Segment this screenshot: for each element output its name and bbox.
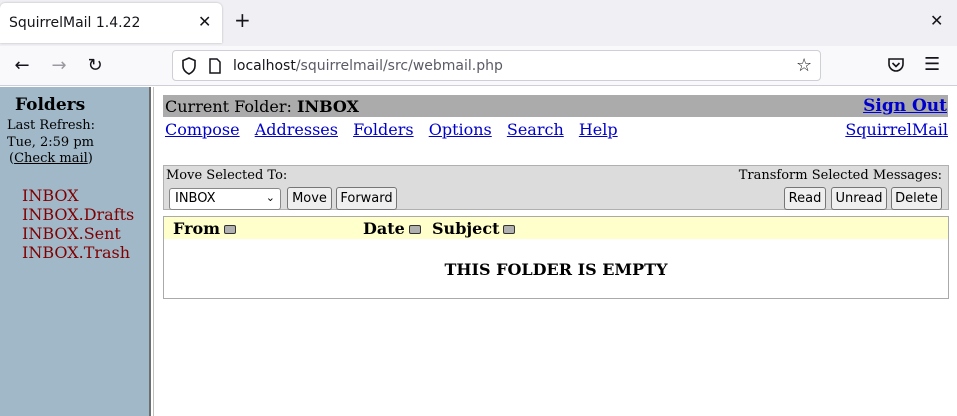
folders-title: Folders [15, 95, 86, 115]
move-selected-label: Move Selected To: [166, 168, 288, 183]
url-text[interactable]: localhost/squirrelmail/src/webmail.php [233, 58, 503, 74]
folder-item-trash[interactable]: INBOX.Trash [22, 243, 134, 262]
read-button[interactable]: Read [784, 187, 826, 210]
column-subject: Subject [432, 219, 516, 238]
move-folder-value: INBOX [175, 191, 216, 206]
url-host: localhost [233, 58, 296, 74]
pocket-icon[interactable] [887, 56, 905, 74]
current-folder-name: INBOX [296, 97, 359, 116]
help-link[interactable]: Help [579, 120, 618, 139]
last-refresh-time: Tue, 2:59 pm [7, 135, 94, 150]
column-date: Date [363, 219, 421, 238]
check-mail: (Check mail) [9, 151, 93, 166]
move-folder-select[interactable]: INBOX ⌄ [169, 188, 281, 210]
new-tab-icon[interactable]: + [234, 10, 251, 30]
unread-button[interactable]: Unread [831, 187, 887, 210]
url-path: /squirrelmail/src/webmail.php [295, 58, 503, 74]
reload-icon[interactable]: ↻ [83, 54, 107, 78]
message-list-header: From Date Subject [164, 217, 948, 239]
compose-link[interactable]: Compose [165, 120, 240, 139]
sort-icon[interactable] [408, 225, 421, 234]
sort-icon[interactable] [503, 225, 516, 234]
browser-tabbar: SquirrelMail 1.4.22 ✕ + ✕ [0, 0, 957, 46]
sort-icon[interactable] [224, 225, 237, 234]
column-from-label: From [173, 219, 221, 238]
shield-icon[interactable] [181, 57, 197, 75]
folder-item-drafts[interactable]: INBOX.Drafts [22, 205, 134, 224]
check-mail-close-paren: ) [87, 151, 93, 166]
column-from: From [173, 219, 237, 238]
forward-icon[interactable]: → [47, 54, 71, 78]
folder-pane: Folders Last Refresh: Tue, 2:59 pm (Chec… [0, 87, 149, 416]
browser-tab[interactable]: SquirrelMail 1.4.22 ✕ [0, 3, 222, 43]
move-button[interactable]: Move [287, 187, 332, 210]
search-link[interactable]: Search [507, 120, 564, 139]
main-menu: Compose Addresses Folders Options Search… [165, 120, 628, 139]
folders-link[interactable]: Folders [353, 120, 414, 139]
delete-button[interactable]: Delete [891, 187, 942, 210]
transform-label: Transform Selected Messages: [738, 168, 942, 183]
move-toolbar: Move Selected To: Transform Selected Mes… [163, 165, 949, 210]
folder-item-inbox[interactable]: INBOX [22, 186, 134, 205]
folder-list: INBOX INBOX.Drafts INBOX.Sent INBOX.Tras… [22, 186, 134, 262]
column-date-label: Date [363, 219, 405, 238]
sign-out-link[interactable]: Sign Out [863, 96, 947, 116]
page-icon [209, 58, 221, 74]
hamburger-menu-icon[interactable]: ☰ [924, 54, 940, 75]
empty-folder-message: THIS FOLDER IS EMPTY [444, 260, 668, 279]
column-subject-label: Subject [432, 219, 500, 238]
current-folder: Current Folder: INBOX [165, 97, 359, 116]
current-folder-bar: Current Folder: INBOX Sign Out [163, 95, 948, 117]
frame-divider[interactable] [149, 87, 154, 416]
last-refresh: Last Refresh: Tue, 2:59 pm [7, 117, 95, 151]
back-icon[interactable]: ← [10, 54, 34, 78]
window-close-icon[interactable]: ✕ [930, 11, 943, 30]
addresses-link[interactable]: Addresses [255, 120, 338, 139]
folder-item-sent[interactable]: INBOX.Sent [22, 224, 134, 243]
forward-button[interactable]: Forward [336, 187, 397, 210]
last-refresh-label: Last Refresh: [7, 118, 96, 133]
browser-navbar: ← → ↻ localhost/squirrelmail/src/webmail… [0, 46, 957, 86]
chevron-down-icon: ⌄ [265, 191, 275, 204]
address-bar[interactable]: localhost/squirrelmail/src/webmail.php ☆ [172, 50, 821, 81]
tab-close-icon[interactable]: ✕ [198, 12, 211, 31]
options-link[interactable]: Options [429, 120, 492, 139]
check-mail-link[interactable]: Check mail [14, 151, 88, 166]
tab-title: SquirrelMail 1.4.22 [9, 15, 141, 31]
current-folder-label: Current Folder: [165, 97, 297, 116]
message-list: From Date Subject THIS FOLDER IS EMPTY [163, 216, 949, 299]
bookmark-star-icon[interactable]: ☆ [796, 55, 812, 76]
squirrelmail-link[interactable]: SquirrelMail [845, 120, 948, 139]
main-pane: Current Folder: INBOX Sign Out Compose A… [155, 87, 957, 416]
